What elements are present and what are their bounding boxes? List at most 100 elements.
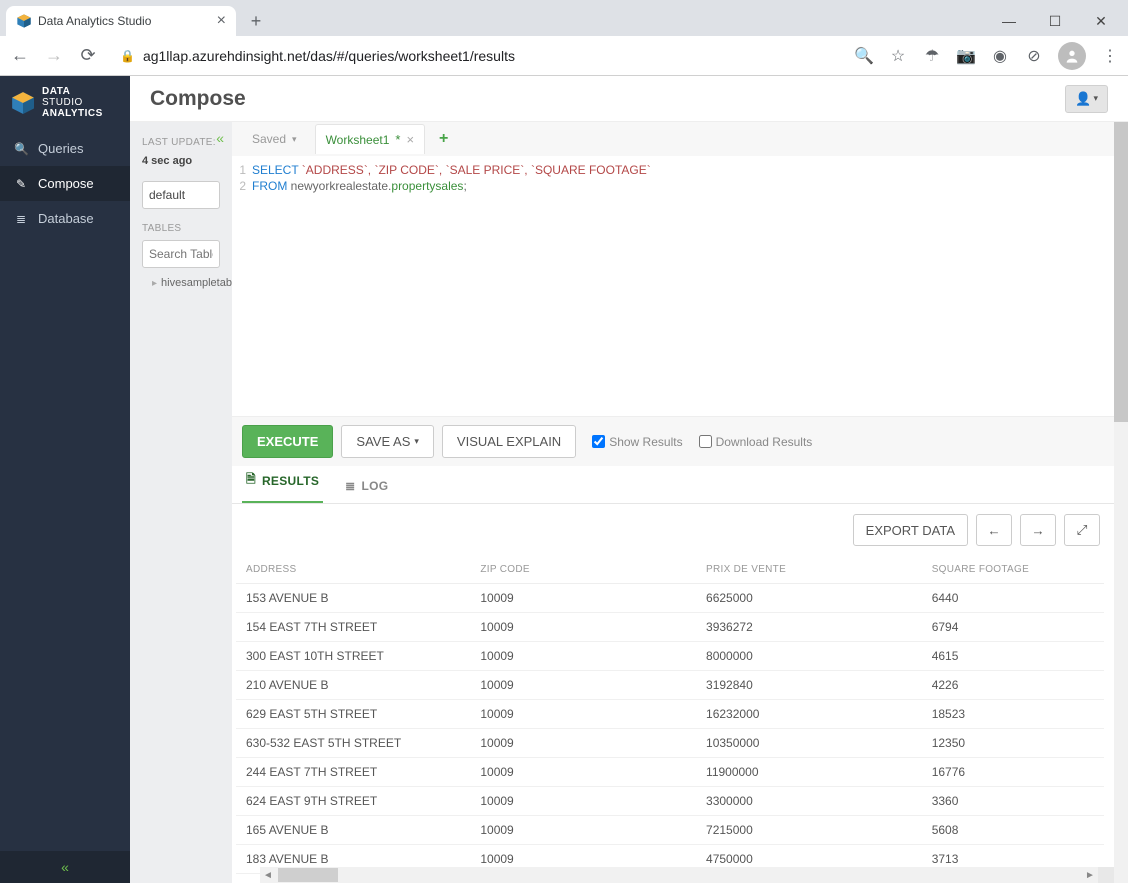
next-page-button[interactable]: → xyxy=(1020,514,1056,546)
results-tab[interactable]: 🗎RESULTS xyxy=(242,460,323,503)
table-cell: 10009 xyxy=(470,787,696,816)
show-results-checkbox[interactable]: Show Results xyxy=(592,435,682,449)
tab-close-icon[interactable]: × xyxy=(217,12,226,30)
table-row[interactable]: 629 EAST 5TH STREET100091623200018523 xyxy=(236,700,1104,729)
code-body[interactable]: SELECT `ADDRESS`, `ZIP CODE`, `SALE PRIC… xyxy=(252,162,1128,410)
prev-page-button[interactable]: ← xyxy=(976,514,1012,546)
scroll-corner xyxy=(1098,867,1114,883)
saveas-button[interactable]: SAVE AS ▾ xyxy=(341,425,434,458)
table-cell: 10009 xyxy=(470,729,696,758)
profile-avatar[interactable] xyxy=(1058,42,1086,70)
scroll-thumb[interactable] xyxy=(278,868,338,882)
user-menu-button[interactable]: 👤▾ xyxy=(1065,85,1108,113)
table-cell: 10009 xyxy=(470,584,696,613)
table-cell: 16232000 xyxy=(696,700,922,729)
table-row[interactable]: 630-532 EAST 5TH STREET10009103500001235… xyxy=(236,729,1104,758)
nav-forward-button[interactable]: → xyxy=(42,44,66,68)
saved-tab[interactable]: Saved ▾ xyxy=(242,125,307,153)
result-tools: EXPORT DATA ← → ⤢ xyxy=(232,504,1128,556)
browser-tab[interactable]: Data Analytics Studio × xyxy=(6,6,236,36)
camera-icon[interactable]: 📷 xyxy=(956,46,976,66)
table-cell: 4615 xyxy=(922,642,1104,671)
nav-back-button[interactable]: ← xyxy=(8,44,32,68)
table-cell: 630-532 EAST 5TH STREET xyxy=(236,729,470,758)
nav-compose[interactable]: ✎ Compose xyxy=(0,166,130,201)
table-row[interactable]: 210 AVENUE B1000931928404226 xyxy=(236,671,1104,700)
nav-collapse-button[interactable]: « xyxy=(0,851,130,883)
window-controls: — ☐ ✕ xyxy=(986,6,1128,36)
side-panel: ▴▾ « LAST UPDATE: 4 sec ago TABLES hives… xyxy=(130,122,232,883)
table-header[interactable]: PRIX DE VENTE xyxy=(696,556,922,584)
table-cell: 11900000 xyxy=(696,758,922,787)
extension2-icon[interactable]: ◉ xyxy=(990,46,1010,66)
result-tabs: 🗎RESULTS ≣LOG xyxy=(232,466,1128,504)
tables-label: TABLES xyxy=(142,223,220,234)
log-tab[interactable]: ≣LOG xyxy=(341,469,392,503)
table-cell: 6625000 xyxy=(696,584,922,613)
database-selector[interactable] xyxy=(142,181,220,209)
logo-text: DATA STUDIO ANALYTICS xyxy=(42,86,103,119)
table-row[interactable]: 154 EAST 7TH STREET1000939362726794 xyxy=(236,613,1104,642)
export-data-button[interactable]: EXPORT DATA xyxy=(853,514,968,546)
table-header[interactable]: ZIP CODE xyxy=(470,556,696,584)
download-results-checkbox[interactable]: Download Results xyxy=(699,435,813,449)
zoom-icon[interactable]: 🔍 xyxy=(854,46,874,66)
expand-button[interactable]: ⤢ xyxy=(1064,514,1100,546)
nav-database[interactable]: ≣ Database xyxy=(0,201,130,236)
left-nav: DATA STUDIO ANALYTICS 🔍 Queries ✎ Compos… xyxy=(0,76,130,883)
table-cell: 6794 xyxy=(922,613,1104,642)
search-icon: 🔍 xyxy=(14,142,28,156)
table-header[interactable]: ADDRESS xyxy=(236,556,470,584)
new-tab-button[interactable]: + xyxy=(242,7,270,35)
table-row[interactable]: 153 AVENUE B1000966250006440 xyxy=(236,584,1104,613)
unsaved-star-icon: * xyxy=(395,132,400,147)
scroll-right-button[interactable]: ► xyxy=(1082,867,1098,883)
visual-explain-button[interactable]: VISUAL EXPLAIN xyxy=(442,425,576,458)
address-bar[interactable]: 🔒 ag1llap.azurehdinsight.net/das/#/queri… xyxy=(110,48,844,64)
table-cell: 10009 xyxy=(470,816,696,845)
nav-label: Queries xyxy=(38,141,84,156)
last-update-label: LAST UPDATE: xyxy=(142,136,220,149)
table-row[interactable]: 624 EAST 9TH STREET1000933000003360 xyxy=(236,787,1104,816)
list-icon: ≣ xyxy=(345,479,355,493)
result-table: ADDRESSZIP CODEPRIX DE VENTESQUARE FOOTA… xyxy=(236,556,1104,883)
chrome-menu-icon[interactable]: ⋮ xyxy=(1100,46,1120,66)
table-cell: 7215000 xyxy=(696,816,922,845)
extension3-icon[interactable]: ⊘ xyxy=(1024,46,1044,66)
nav-queries[interactable]: 🔍 Queries xyxy=(0,131,130,166)
vertical-scrollbar[interactable] xyxy=(1114,122,1128,883)
table-row[interactable]: 165 AVENUE B1000972150005608 xyxy=(236,816,1104,845)
caret-down-icon: ▾ xyxy=(414,436,419,447)
table-cell: 210 AVENUE B xyxy=(236,671,470,700)
search-tables-input[interactable] xyxy=(142,240,220,268)
table-tree-item[interactable]: hivesampletab xyxy=(142,274,220,292)
window-maximize-button[interactable]: ☐ xyxy=(1032,6,1078,36)
line-gutter: 12 xyxy=(232,162,252,410)
table-cell: 165 AVENUE B xyxy=(236,816,470,845)
scroll-left-button[interactable]: ◄ xyxy=(260,867,276,883)
table-cell: 10009 xyxy=(470,642,696,671)
table-cell: 629 EAST 5TH STREET xyxy=(236,700,470,729)
extension1-icon[interactable]: ☂ xyxy=(922,46,942,66)
worksheet-tab[interactable]: Worksheet1 * × xyxy=(315,124,425,154)
window-close-button[interactable]: ✕ xyxy=(1078,6,1124,36)
table-row[interactable]: 244 EAST 7TH STREET100091190000016776 xyxy=(236,758,1104,787)
horizontal-scrollbar[interactable]: ◄ ► xyxy=(260,867,1114,883)
table-cell: 10009 xyxy=(470,758,696,787)
table-cell: 18523 xyxy=(922,700,1104,729)
add-tab-button[interactable]: + xyxy=(433,130,454,148)
close-icon[interactable]: × xyxy=(406,132,414,147)
result-table-wrap: ADDRESSZIP CODEPRIX DE VENTESQUARE FOOTA… xyxy=(232,556,1128,883)
last-update-value: 4 sec ago xyxy=(142,155,220,167)
execute-button[interactable]: EXECUTE xyxy=(242,425,333,458)
panel-collapse-button[interactable]: « xyxy=(216,130,224,146)
table-cell: 10009 xyxy=(470,700,696,729)
code-editor[interactable]: 12 SELECT `ADDRESS`, `ZIP CODE`, `SALE P… xyxy=(232,156,1128,416)
table-header[interactable]: SQUARE FOOTAGE xyxy=(922,556,1104,584)
window-minimize-button[interactable]: — xyxy=(986,6,1032,36)
table-row[interactable]: 300 EAST 10TH STREET1000980000004615 xyxy=(236,642,1104,671)
bookmark-icon[interactable]: ☆ xyxy=(888,46,908,66)
nav-reload-button[interactable]: ⟳ xyxy=(76,44,100,68)
table-cell: 10009 xyxy=(470,671,696,700)
edit-icon: ✎ xyxy=(14,177,28,191)
